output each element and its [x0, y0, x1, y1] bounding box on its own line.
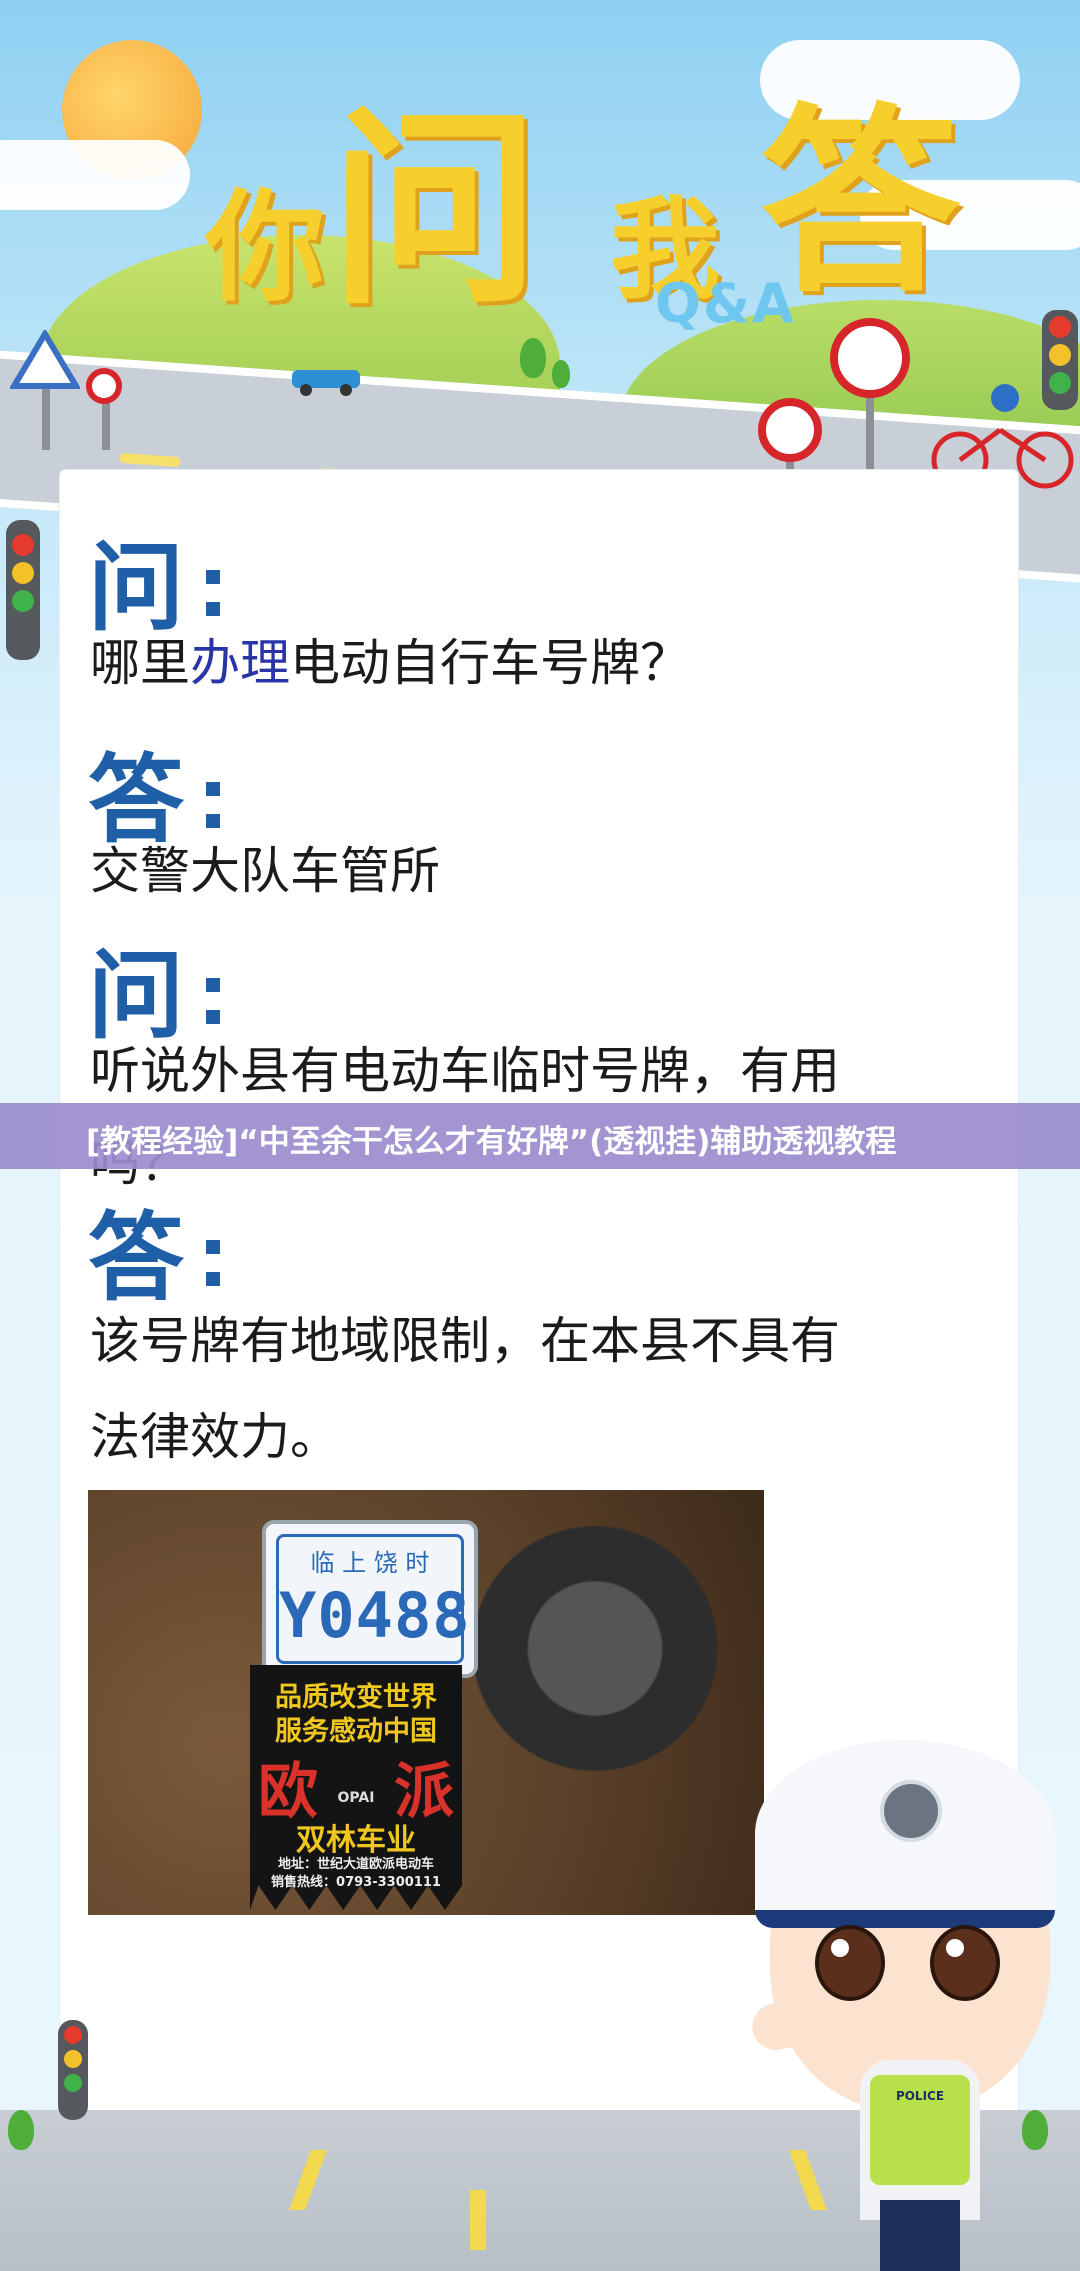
car-icon	[292, 370, 360, 396]
mud-flap: 品质改变世界 服务感动中国 欧 派 OPAI 双林车业 地址：世纪大道欧派电动车…	[250, 1665, 462, 1910]
page: 你 问 我 答 Q&A 问 哪里办理电动自行车号牌？ 答 交警大队车管所 问 听…	[0, 0, 1080, 2271]
license-plate: 临 上 饶 时 Y0488	[262, 1520, 478, 1678]
title-char: 你	[205, 177, 325, 318]
traffic-light-icon	[6, 520, 40, 660]
banner-text: [教程经验]“中至余干怎么才有好牌”(透视挂)辅助透视教程	[86, 1124, 897, 1160]
vest-badge: POLICE	[895, 2089, 945, 2103]
answer-marker: 答	[88, 1210, 220, 1306]
officer-vest: POLICE	[870, 2075, 970, 2185]
tree-icon	[552, 360, 570, 388]
eye	[930, 1925, 1000, 2001]
sign-pole	[102, 400, 110, 450]
scooter-wheel	[470, 1500, 720, 1830]
no-entry-sign-icon	[830, 318, 910, 398]
officer-legs	[880, 2200, 960, 2271]
flap-logo: OPAI	[337, 1790, 375, 1806]
eye	[815, 1925, 885, 2001]
title-banner: [教程经验]“中至余干怎么才有好牌”(透视挂)辅助透视教程	[0, 1103, 1080, 1169]
highlight-text: 办理	[190, 634, 290, 692]
question-text: 听说外县有电动车临时号牌，有用	[90, 1042, 840, 1100]
traffic-light-icon	[58, 2020, 88, 2120]
flap-address: 地址：世纪大道欧派电动车	[277, 1857, 434, 1872]
title-char: 问	[330, 86, 541, 333]
tree-icon	[520, 338, 546, 378]
question-text: 哪里办理电动自行车号牌？	[90, 634, 690, 692]
sign-pole	[42, 380, 50, 450]
flap-phone: 销售热线：0793-3300111	[271, 1875, 441, 1890]
straight-only-sign-icon	[758, 398, 822, 462]
plate-region-text: 临 上 饶 时	[310, 1549, 430, 1577]
plate-number: Y0488	[279, 1579, 471, 1652]
no-entry-sign-icon	[86, 368, 122, 404]
answer-text: 法律效力。	[90, 1408, 340, 1466]
road-marking	[470, 2190, 486, 2250]
answer-text: 该号牌有地域限制，在本县不具有	[90, 1312, 840, 1370]
tree-icon	[1022, 2110, 1048, 2150]
tree-icon	[8, 2110, 34, 2150]
answer-text: 交警大队车管所	[90, 842, 440, 900]
title-qa: Q&A	[655, 272, 796, 335]
warning-sign-icon	[10, 330, 80, 389]
cap-badge-icon	[880, 1780, 942, 1842]
cloud	[0, 140, 190, 210]
